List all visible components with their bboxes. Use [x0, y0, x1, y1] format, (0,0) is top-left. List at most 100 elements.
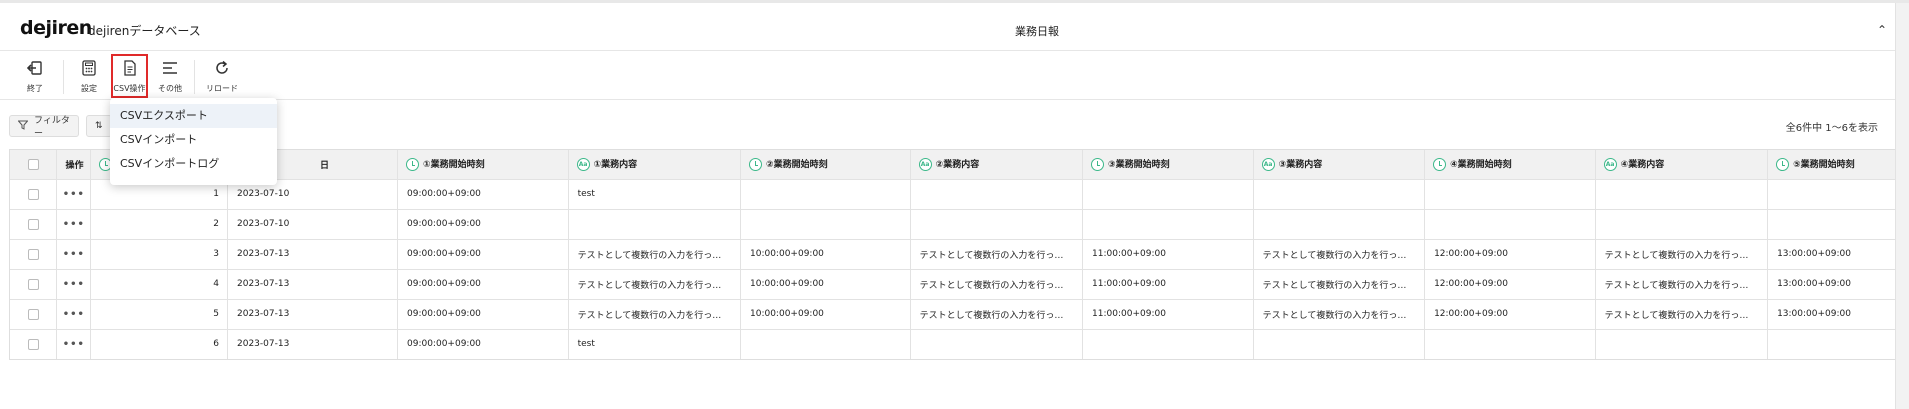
- row-checkbox[interactable]: [27, 308, 39, 320]
- table-cell[interactable]: [1424, 209, 1596, 240]
- header-column[interactable]: Aa ④業務内容: [1595, 150, 1769, 180]
- table-cell[interactable]: 09:00:00+09:00: [397, 239, 569, 270]
- collapse-header-icon[interactable]: ⌃: [1877, 23, 1887, 37]
- table-row[interactable]: ••• 5 2023-07-13 09:00:00+09:00 テストとして複数行の入力…: [10, 299, 1897, 330]
- table-cell[interactable]: [1595, 179, 1769, 210]
- table-cell[interactable]: [740, 209, 911, 240]
- table-cell[interactable]: テストとして複数行の入力を行っ…: [910, 269, 1084, 300]
- table-row[interactable]: ••• 4 2023-07-13 09:00:00+09:00 テストとして複数行の入力…: [10, 269, 1897, 300]
- table-cell[interactable]: [910, 179, 1084, 210]
- table-cell[interactable]: 2: [90, 209, 228, 240]
- row-actions-menu[interactable]: •••: [56, 269, 92, 300]
- table-cell[interactable]: 09:00:00+09:00: [397, 179, 569, 210]
- table-cell[interactable]: 12:00:00+09:00: [1424, 239, 1596, 270]
- table-row[interactable]: ••• 1 2023-07-10 09:00:00+09:00 test: [10, 179, 1897, 210]
- table-cell[interactable]: [1424, 329, 1596, 359]
- table-cell[interactable]: テストとして複数行の入力を行っ…: [1253, 299, 1426, 330]
- table-cell[interactable]: 5: [90, 299, 228, 330]
- header-column[interactable]: ①業務開始時刻: [397, 150, 569, 180]
- table-cell[interactable]: 3: [90, 239, 228, 270]
- settings-button[interactable]: 設定: [76, 56, 102, 98]
- table-cell[interactable]: [1082, 209, 1254, 240]
- other-button[interactable]: その他: [157, 56, 183, 98]
- table-cell[interactable]: 10:00:00+09:00: [740, 269, 911, 300]
- table-cell[interactable]: [1595, 209, 1769, 240]
- table-cell[interactable]: 6: [90, 329, 228, 359]
- row-actions-menu[interactable]: •••: [56, 239, 92, 270]
- table-cell[interactable]: [1253, 329, 1426, 359]
- table-cell[interactable]: [910, 329, 1084, 359]
- table-cell[interactable]: 13:00:00+09:00: [1767, 299, 1897, 330]
- header-column[interactable]: ②業務開始時刻: [740, 150, 911, 180]
- table-cell[interactable]: [740, 179, 911, 210]
- table-cell[interactable]: [1253, 179, 1426, 210]
- menu-item-csv-import[interactable]: CSVインポート: [110, 128, 277, 152]
- table-cell[interactable]: 10:00:00+09:00: [740, 299, 911, 330]
- table-cell[interactable]: 4: [90, 269, 228, 300]
- app-logo[interactable]: dejiren: [20, 17, 92, 39]
- header-column[interactable]: ⑤業務開始時刻: [1767, 150, 1897, 180]
- table-cell[interactable]: 2023-07-13: [227, 239, 398, 270]
- table-cell[interactable]: 11:00:00+09:00: [1082, 269, 1254, 300]
- table-cell[interactable]: 12:00:00+09:00: [1424, 269, 1596, 300]
- row-actions-menu[interactable]: •••: [56, 329, 92, 359]
- table-cell[interactable]: テストとして複数行の入力を行っ…: [1595, 269, 1769, 300]
- table-cell[interactable]: test: [568, 329, 742, 359]
- table-cell[interactable]: テストとして複数行の入力を行っ…: [1253, 239, 1426, 270]
- row-actions-menu[interactable]: •••: [56, 209, 92, 240]
- table-cell[interactable]: テストとして複数行の入力を行っ…: [1595, 299, 1769, 330]
- table-cell[interactable]: 09:00:00+09:00: [397, 269, 569, 300]
- table-cell[interactable]: 13:00:00+09:00: [1767, 239, 1897, 270]
- table-cell[interactable]: テストとして複数行の入力を行っ…: [568, 269, 742, 300]
- vertical-scrollbar[interactable]: [1895, 3, 1909, 409]
- table-cell[interactable]: 11:00:00+09:00: [1082, 239, 1254, 270]
- row-actions-menu[interactable]: •••: [56, 299, 92, 330]
- csv-operations-button[interactable]: CSV操作: [111, 54, 148, 98]
- table-cell[interactable]: テストとして複数行の入力を行っ…: [1595, 239, 1769, 270]
- table-row[interactable]: ••• 2 2023-07-10 09:00:00+09:00: [10, 209, 1897, 240]
- table-cell[interactable]: 09:00:00+09:00: [397, 209, 569, 240]
- select-all-checkbox[interactable]: [27, 158, 39, 170]
- header-column[interactable]: Aa ①業務内容: [568, 150, 742, 180]
- sort-button[interactable]: ⇅: [86, 115, 112, 137]
- table-cell[interactable]: テストとして複数行の入力を行っ…: [910, 299, 1084, 330]
- reload-button[interactable]: リロード: [205, 56, 239, 98]
- table-cell[interactable]: [568, 209, 742, 240]
- table-cell[interactable]: テストとして複数行の入力を行っ…: [1253, 269, 1426, 300]
- table-cell[interactable]: 13:00:00+09:00: [1767, 269, 1897, 300]
- table-cell[interactable]: test: [568, 179, 742, 210]
- table-cell[interactable]: [740, 329, 911, 359]
- header-column[interactable]: ④業務開始時刻: [1424, 150, 1596, 180]
- table-row[interactable]: ••• 6 2023-07-13 09:00:00+09:00 test: [10, 329, 1897, 359]
- row-checkbox[interactable]: [27, 248, 39, 260]
- row-checkbox[interactable]: [27, 218, 39, 230]
- table-cell[interactable]: [1767, 209, 1897, 240]
- table-cell[interactable]: [1767, 329, 1897, 359]
- table-cell[interactable]: テストとして複数行の入力を行っ…: [568, 239, 742, 270]
- row-checkbox[interactable]: [27, 338, 39, 350]
- table-cell[interactable]: 2023-07-13: [227, 299, 398, 330]
- filter-button[interactable]: フィルター: [9, 115, 79, 139]
- menu-item-csv-export[interactable]: CSVエクスポート: [110, 104, 277, 128]
- menu-item-csv-import-log[interactable]: CSVインポートログ: [110, 152, 277, 176]
- header-column[interactable]: Aa ②業務内容: [910, 150, 1084, 180]
- table-cell[interactable]: 09:00:00+09:00: [397, 299, 569, 330]
- table-cell[interactable]: [1767, 179, 1897, 210]
- database-name[interactable]: dejirenデータベース: [88, 22, 201, 39]
- table-cell[interactable]: 12:00:00+09:00: [1424, 299, 1596, 330]
- table-cell[interactable]: [1424, 179, 1596, 210]
- table-cell[interactable]: 2023-07-13: [227, 329, 398, 359]
- row-checkbox[interactable]: [27, 278, 39, 290]
- header-column[interactable]: Aa ③業務内容: [1253, 150, 1426, 180]
- table-cell[interactable]: 11:00:00+09:00: [1082, 299, 1254, 330]
- table-cell[interactable]: テストとして複数行の入力を行っ…: [910, 239, 1084, 270]
- table-cell[interactable]: [1595, 329, 1769, 359]
- table-cell[interactable]: 10:00:00+09:00: [740, 239, 911, 270]
- exit-button[interactable]: 終了: [22, 56, 48, 98]
- row-checkbox[interactable]: [27, 188, 39, 200]
- table-cell[interactable]: [1253, 209, 1426, 240]
- table-cell[interactable]: 2023-07-13: [227, 269, 398, 300]
- table-cell[interactable]: [1082, 329, 1254, 359]
- table-cell[interactable]: [1082, 179, 1254, 210]
- table-cell[interactable]: テストとして複数行の入力を行っ…: [568, 299, 742, 330]
